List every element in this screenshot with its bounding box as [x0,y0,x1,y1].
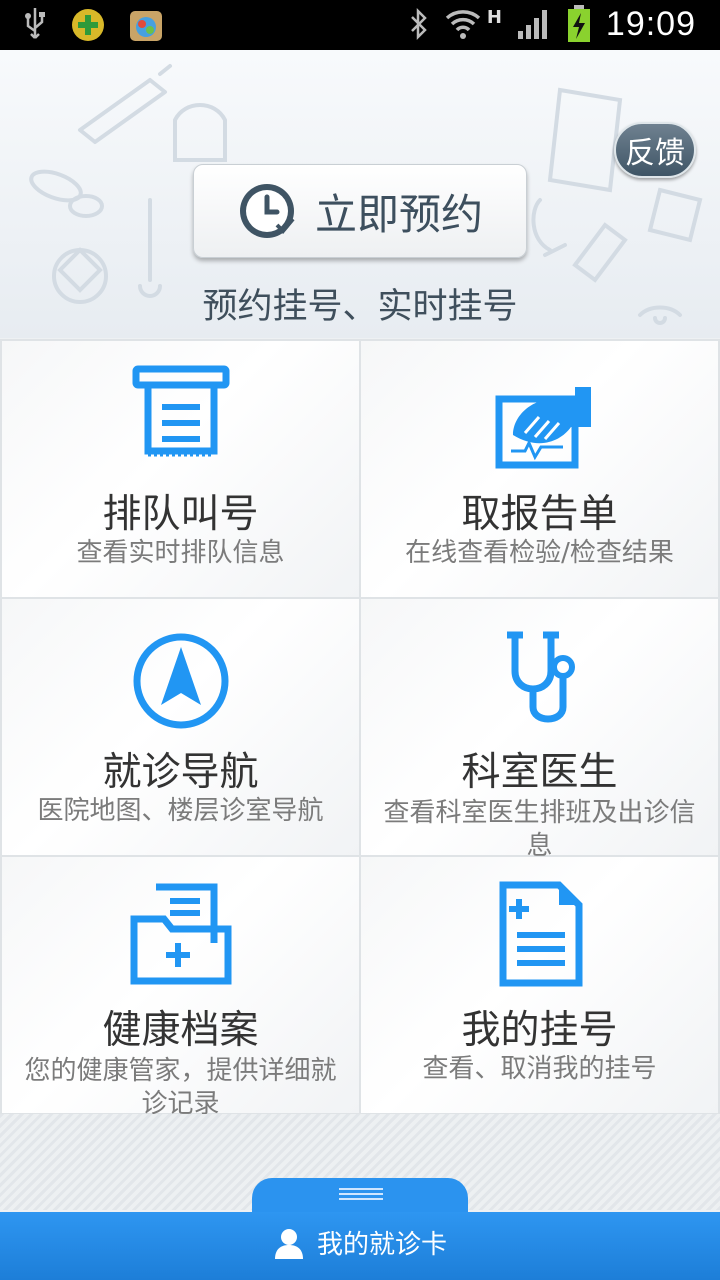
visit-navigation-tile[interactable]: 就诊导航 医院地图、楼层诊室导航 [2,599,359,855]
user-icon [274,1228,303,1259]
tile-title: 取报告单 [461,492,618,537]
tile-description: 医院地图、楼层诊室导航 [37,796,324,826]
feature-grid: 排队叫号 查看实时排队信息 取报告单 在线查看检验/检查结果 就诊导航 医院地图… [0,339,720,1119]
tile-description: 查看科室医生排班及出诊信息 [383,798,696,861]
book-now-button[interactable]: 立即预约 [193,164,527,258]
stethoscope-icon [506,631,575,723]
tile-title: 我的挂号 [461,1008,618,1053]
tile-title: 健康档案 [102,1008,259,1053]
booking-header: 反馈 立即预约 预约挂号、实时挂号 [0,50,720,338]
wifi-icon [445,10,480,39]
usb-icon [25,8,45,39]
my-card-label: 我的就诊卡 [316,1230,447,1260]
department-doctor-tile[interactable]: 科室医生 查看科室医生排班及出诊信息 [361,599,718,861]
my-registration-tile[interactable]: 我的挂号 查看、取消我的挂号 [361,857,718,1113]
status-bar: H 19:09 [0,0,720,50]
my-card-button[interactable]: 我的就诊卡 [0,1224,720,1261]
app-plus-icon [72,9,104,41]
report-hand-icon [495,387,591,469]
tile-description: 查看、取消我的挂号 [422,1054,657,1084]
tile-title: 排队叫号 [102,492,259,537]
tile-title: 科室医生 [461,750,618,795]
tile-title: 就诊导航 [102,750,259,795]
tile-description: 在线查看检验/检查结果 [405,538,674,568]
clock: 19:09 [605,4,696,43]
tile-description: 查看实时排队信息 [76,538,285,568]
navigation-compass-icon [133,633,228,729]
book-now-label: 立即预约 [314,189,483,239]
get-report-tile[interactable]: 取报告单 在线查看检验/检查结果 [361,341,718,597]
signal-icon [517,10,547,39]
network-type-label: H [486,6,502,28]
health-folder-icon [130,883,231,985]
bluetooth-icon [410,7,427,41]
tile-description: 您的健康管家，提供详细就诊记录 [24,1056,337,1119]
feedback-button[interactable]: 反馈 [614,122,696,178]
registration-document-icon [499,881,582,987]
queue-ticket-icon [132,365,229,457]
app-store-icon [130,11,162,41]
booking-subtitle: 预约挂号、实时挂号 [202,287,518,327]
drawer-handle-icon[interactable] [339,1188,383,1202]
queue-calling-tile[interactable]: 排队叫号 查看实时排队信息 [2,341,359,597]
battery-charging-icon [567,5,590,42]
health-record-tile[interactable]: 健康档案 您的健康管家，提供详细就诊记录 [2,857,359,1119]
clock-icon [239,184,295,238]
